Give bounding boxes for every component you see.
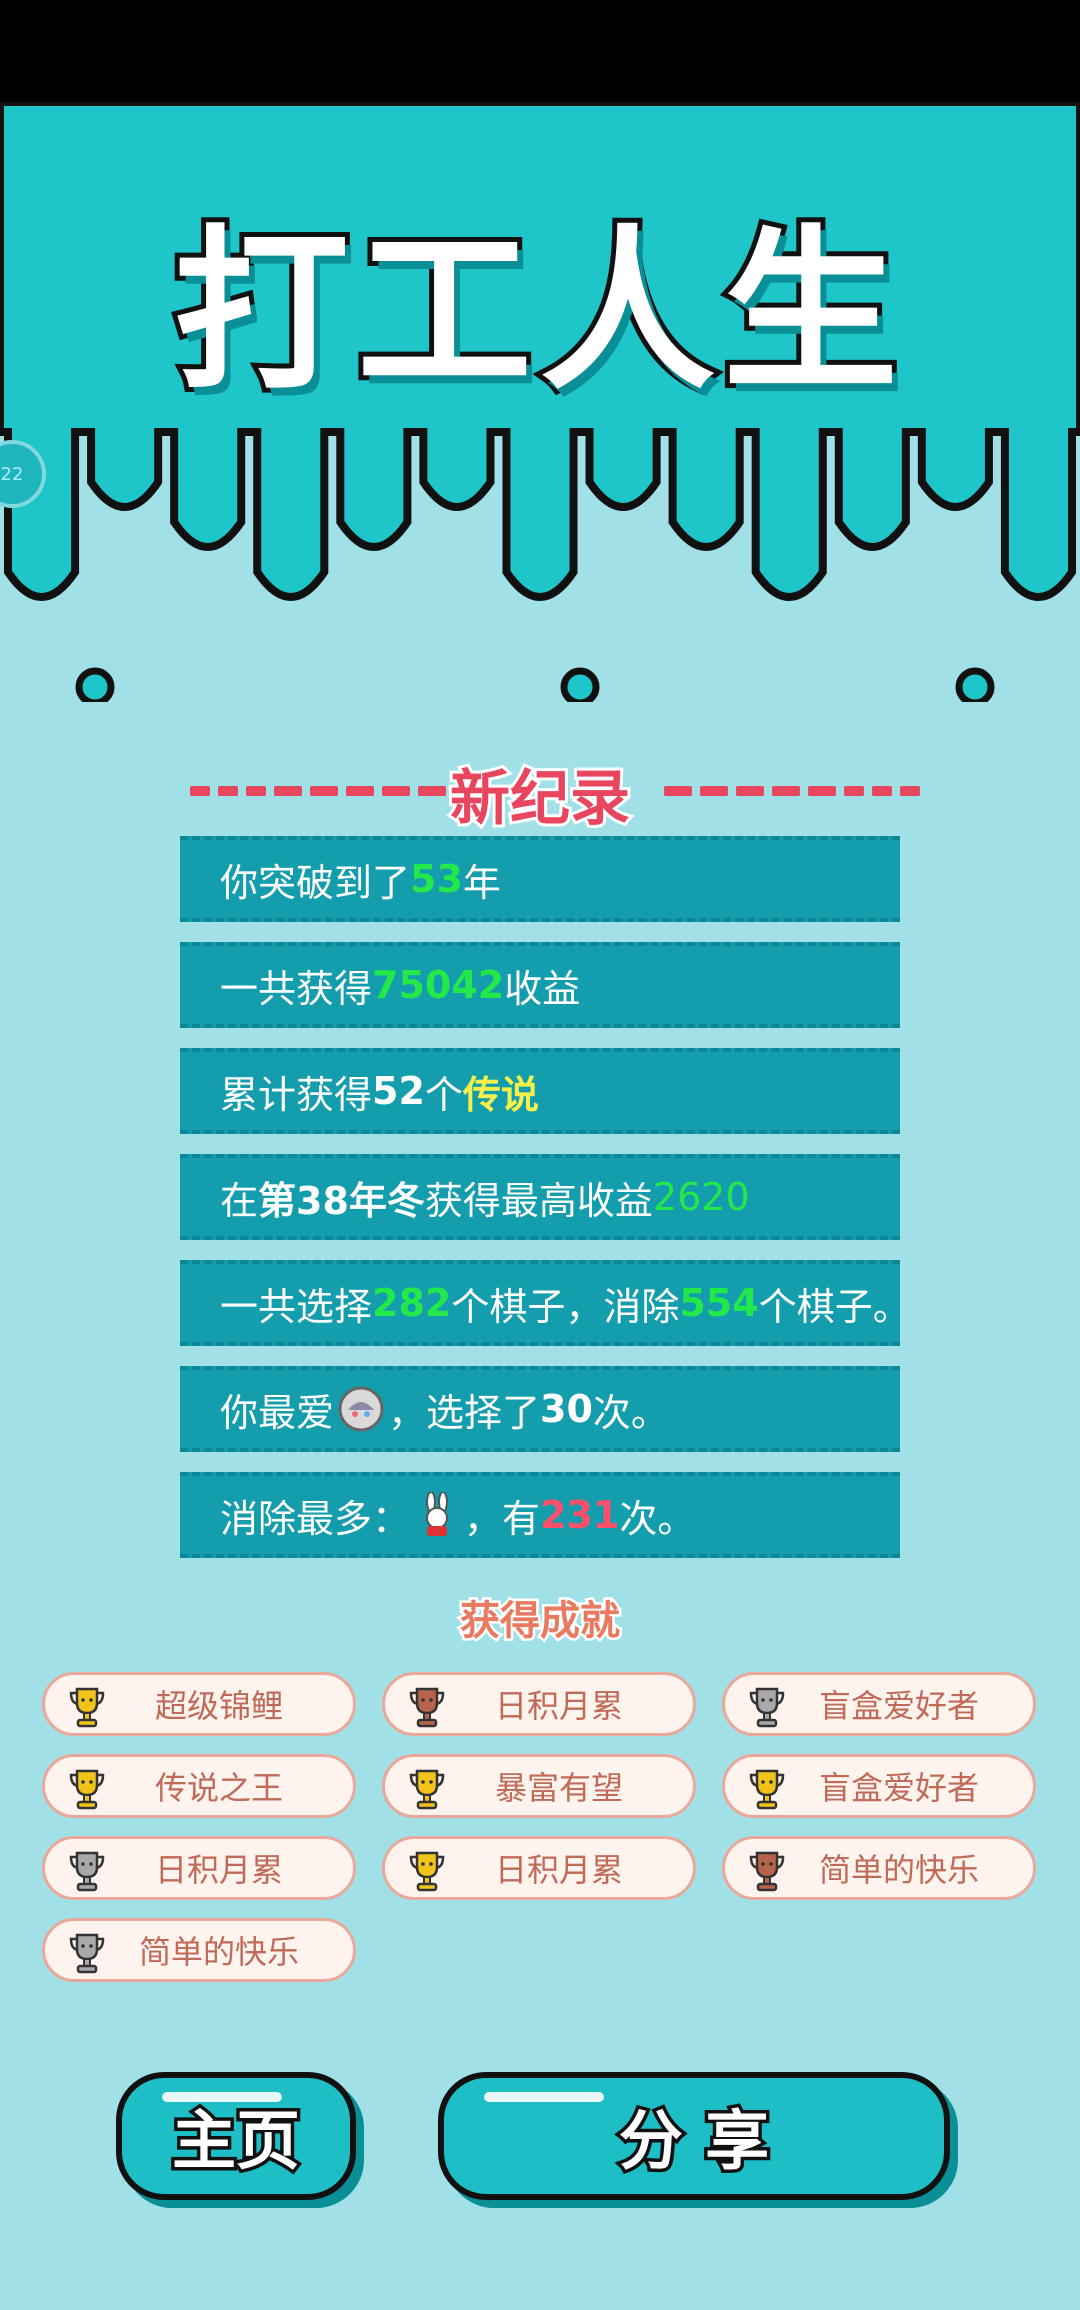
stat-text: 一共选择 <box>220 1284 373 1329</box>
season-value: 第38年冬 <box>258 1178 425 1223</box>
button-shine <box>484 2092 604 2102</box>
trophy-icon <box>69 1769 105 1810</box>
trophy-icon <box>409 1687 445 1728</box>
achievement-badge: 超级锦鲤 <box>42 1672 356 1736</box>
trophy-icon <box>409 1769 445 1810</box>
button-shine <box>162 2092 282 2102</box>
achievement-badge: 日积月累 <box>42 1836 356 1900</box>
trophy-icon <box>749 1851 785 1892</box>
achievement-badge: 日积月累 <box>382 1836 696 1900</box>
achievement-badge: 盲盒爱好者 <box>722 1672 1036 1736</box>
share-button-label: 分 享 <box>615 2102 772 2183</box>
achievements-title: 获得成就 <box>458 1596 623 1647</box>
stat-legend: 累计获得 52 个传说 <box>180 1048 900 1134</box>
stat-text: 获得最高收益 <box>424 1178 653 1223</box>
share-button[interactable]: 分 享 <box>438 2072 950 2200</box>
stat-years: 你突破到了 53 年 <box>180 836 900 922</box>
stat-text: 在 <box>220 1178 259 1223</box>
stat-max-income: 在 第38年冬 获得最高收益 2620 <box>180 1154 900 1240</box>
removed-value: 554 <box>679 1281 759 1325</box>
achievement-badge: 简单的快乐 <box>722 1836 1036 1900</box>
favorite-times: 30 <box>540 1387 593 1431</box>
achievement-badge: 传说之王 <box>42 1754 356 1818</box>
years-value: 53 <box>410 857 463 901</box>
home-button-label: 主页 <box>169 2102 304 2183</box>
drip-dot <box>75 667 115 702</box>
record-header: 新纪录 <box>0 750 1080 837</box>
achievement-badge: 暴富有望 <box>382 1754 696 1818</box>
blind-box-icon <box>338 1386 384 1432</box>
legend-count: 52 <box>372 1069 425 1113</box>
trophy-icon <box>69 1933 105 1974</box>
status-bar <box>0 0 1080 102</box>
stat-text: 消除最多： <box>220 1496 411 1541</box>
stat-text: 次。 <box>592 1390 669 1435</box>
achievement-badge: 盲盒爱好者 <box>722 1754 1036 1818</box>
stat-text: 次。 <box>619 1496 696 1541</box>
stat-text: 年 <box>462 860 501 905</box>
trophy-icon <box>69 1851 105 1892</box>
max-income-value: 2620 <box>652 1175 750 1219</box>
achievement-badge: 日积月累 <box>382 1672 696 1736</box>
right-divider <box>664 780 928 800</box>
achievement-badge: 简单的快乐 <box>42 1918 356 1982</box>
stat-most-removed: 消除最多： ，有 231 次。 <box>180 1472 900 1558</box>
rabbit-icon <box>414 1492 460 1538</box>
trophy-icon <box>69 1687 105 1728</box>
stats-panel: 你突破到了 53 年 一共获得 75042 收益 累计获得 52 个传说 在 第38年冬 获… <box>180 836 911 1578</box>
most-removed-times: 231 <box>540 1493 620 1537</box>
trophy-icon <box>749 1769 785 1810</box>
game-title: 打工人生 <box>169 206 906 419</box>
stat-favorite: 你最爱 ，选择了 30 次。 <box>180 1366 900 1452</box>
legend-word: 传说 <box>462 1072 539 1117</box>
stat-text: ，有 <box>464 1496 541 1541</box>
stat-text: 一共获得 <box>220 966 373 1011</box>
trophy-icon <box>749 1687 785 1728</box>
selected-value: 282 <box>372 1281 452 1325</box>
home-button[interactable]: 主页 <box>116 2072 356 2200</box>
stat-text: 收益 <box>504 966 581 1011</box>
stat-text: ，选择了 <box>388 1390 541 1435</box>
stat-text: 个 <box>424 1072 463 1117</box>
drip-dot <box>560 667 600 702</box>
stat-text: 你突破到了 <box>220 860 411 905</box>
stat-text: 个棋子。 <box>758 1284 911 1329</box>
stat-income: 一共获得 75042 收益 <box>180 942 900 1028</box>
stat-pieces: 一共选择 282 个棋子，消除 554 个棋子。 <box>180 1260 911 1346</box>
stat-text: 累计获得 <box>220 1072 373 1117</box>
drip-dot <box>955 667 995 702</box>
stat-text: 个棋子，消除 <box>451 1284 680 1329</box>
trophy-icon <box>409 1851 445 1892</box>
stat-text: 你最爱 <box>220 1390 335 1435</box>
income-value: 75042 <box>372 963 505 1007</box>
